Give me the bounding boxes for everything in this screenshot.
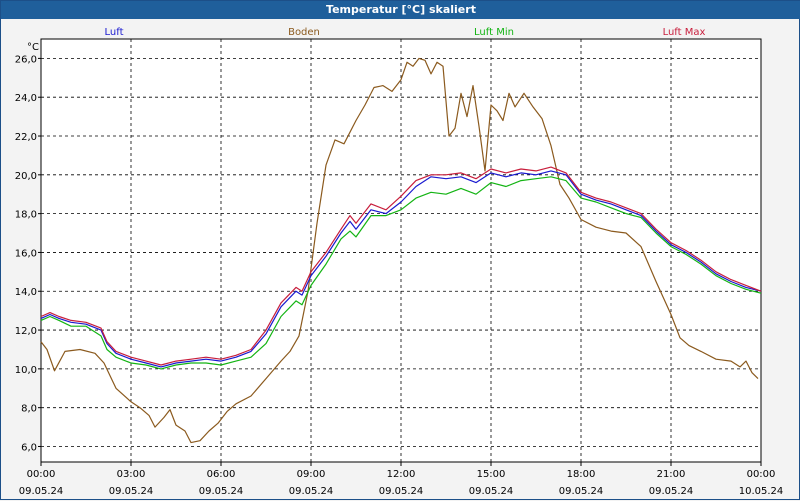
legend: Luft Boden Luft Min Luft Max: [105, 27, 706, 38]
x-tick-time: 00:00: [747, 469, 776, 480]
y-tick-label: 8,0: [21, 404, 37, 415]
y-tick-label: 20,0: [15, 171, 37, 182]
x-tick-date: 09.05.24: [649, 486, 694, 497]
chart-window: Temperatur [°C] skaliert 6,0 8,0 10,0 12,0 1…: [0, 0, 800, 500]
temperature-chart: 6,0 8,0 10,0 12,0 14,0 16,0 18,0 20,0 22,0 24,0 26…: [15, 27, 784, 497]
y-tick-label: 10,0: [15, 365, 37, 376]
x-tick-date: 09.05.24: [19, 486, 64, 497]
y-axis: 6,0 8,0 10,0 12,0 14,0 16,0 18,0 20,0 22,0 24,0 26…: [15, 54, 41, 453]
y-tick-label: 26,0: [15, 54, 37, 65]
x-tick-date: 09.05.24: [469, 486, 514, 497]
y-tick-label: 18,0: [15, 210, 37, 221]
x-tick-time: 15:00: [477, 469, 506, 480]
x-tick-date: 09.05.24: [559, 486, 604, 497]
x-tick-time: 03:00: [117, 469, 146, 480]
x-tick-time: 00:00: [27, 469, 56, 480]
y-tick-label: 16,0: [15, 248, 37, 259]
x-tick-date: 09.05.24: [379, 486, 424, 497]
y-axis-unit: °C: [27, 42, 39, 53]
legend-entry: Boden: [288, 27, 320, 38]
x-tick-time: 09:00: [297, 469, 326, 480]
x-tick-date: 09.05.24: [289, 486, 334, 497]
x-tick-time: 12:00: [387, 469, 416, 480]
x-tick-time: 21:00: [657, 469, 686, 480]
y-tick-label: 14,0: [15, 287, 37, 298]
y-tick-label: 6,0: [21, 442, 37, 453]
y-tick-label: 24,0: [15, 93, 37, 104]
legend-entry: Luft: [105, 27, 124, 38]
x-axis: 00:00 09.05.24 03:00 09.05.24 06:00 09.05.24 0…: [19, 462, 784, 497]
x-tick-date: 10.05.24: [739, 486, 784, 497]
y-tick-label: 12,0: [15, 326, 37, 337]
x-tick-time: 18:00: [567, 469, 596, 480]
x-tick-time: 06:00: [207, 469, 236, 480]
legend-entry: Luft Max: [663, 27, 706, 38]
x-tick-date: 09.05.24: [199, 486, 244, 497]
y-tick-label: 22,0: [15, 132, 37, 143]
legend-entry: Luft Min: [474, 27, 514, 38]
x-tick-date: 09.05.24: [109, 486, 154, 497]
